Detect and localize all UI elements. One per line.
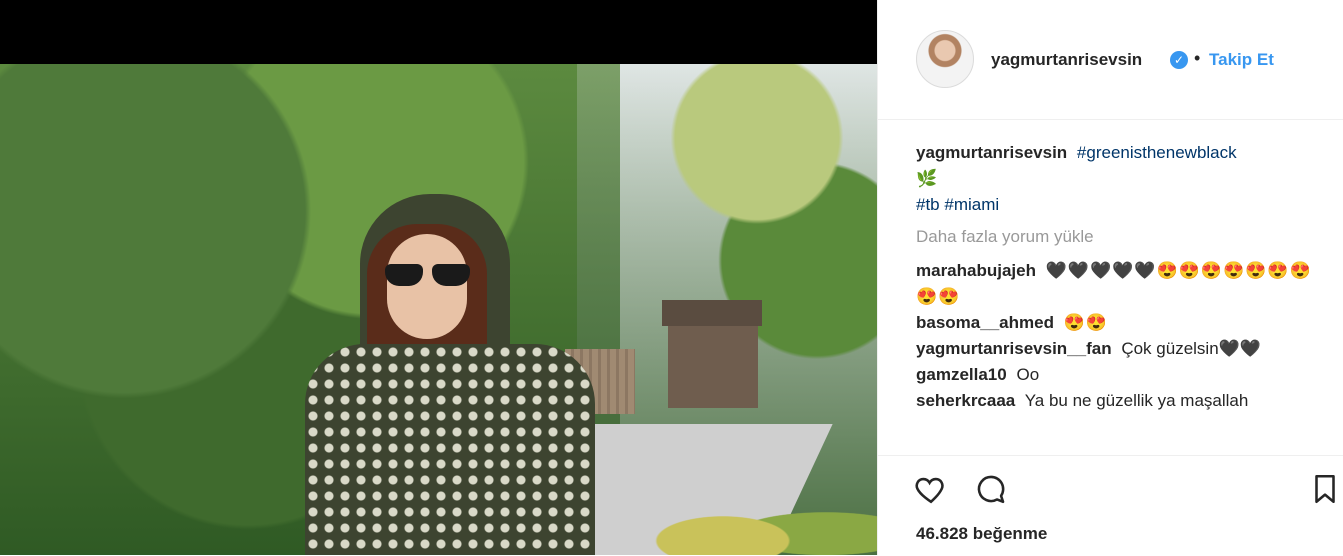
comment-text: 😍😍 (1063, 313, 1109, 332)
comment-item: gamzella10 Oo (916, 362, 1316, 388)
comment-item: yagmurtanrisevsin__fan Çok güzelsin🖤🖤 (916, 336, 1316, 362)
likes-count[interactable]: 46.828 beğenme (916, 524, 1047, 544)
load-more-comments[interactable]: Daha fazla yorum yükle (916, 224, 1316, 250)
caption-username[interactable]: yagmurtanrisevsin (916, 143, 1067, 162)
comment-text: Ya bu ne güzellik ya maşallah (1024, 391, 1249, 410)
comment-username[interactable]: seherkrcaaa (916, 391, 1015, 410)
caption: yagmurtanrisevsin #greenisthenewblack (916, 140, 1316, 166)
comment-icon[interactable] (974, 472, 1008, 506)
post-media[interactable] (0, 0, 877, 555)
hashtag-link[interactable]: #tb (916, 195, 940, 214)
comment-username[interactable]: marahabujajeh (916, 261, 1036, 280)
caption-line-3: #tb #miami (916, 192, 1316, 218)
separator-dot: • (1194, 48, 1201, 68)
post-photo[interactable] (0, 64, 877, 555)
comment-username[interactable]: yagmurtanrisevsin__fan (916, 339, 1112, 358)
photo-house-roof (662, 300, 762, 326)
comment-username[interactable]: basoma__ahmed (916, 313, 1054, 332)
follow-button[interactable]: Takip Et (1209, 50, 1274, 70)
post-header: yagmurtanrisevsin ✓ • Takip Et (878, 0, 1343, 120)
avatar[interactable] (916, 30, 974, 88)
person-sunglasses (385, 264, 470, 286)
hashtag-link[interactable]: #miami (944, 195, 999, 214)
photo-plant (620, 484, 877, 555)
person-face (387, 234, 467, 339)
verified-badge-icon: ✓ (1170, 51, 1188, 69)
post-actions: 46.828 beğenme (878, 455, 1343, 556)
leaf-emoji: 🌿 (916, 169, 938, 188)
caption-line-2: 🌿 (916, 166, 1316, 192)
comment-username[interactable]: gamzella10 (916, 365, 1007, 384)
comment-item: basoma__ahmed 😍😍 (916, 310, 1316, 336)
media-top-letterbox (0, 0, 877, 64)
hashtag-link[interactable]: #greenisthenewblack (1077, 143, 1237, 162)
header-username[interactable]: yagmurtanrisevsin (991, 50, 1142, 70)
comment-item: marahabujajeh 🖤🖤🖤🖤🖤😍😍😍😍😍😍😍😍😍 (916, 258, 1316, 310)
post-side-panel: yagmurtanrisevsin ✓ • Takip Et yagmurtan… (877, 0, 1343, 555)
comment-text: Oo (1016, 365, 1040, 384)
photo-house (662, 300, 762, 408)
person-sweater (305, 344, 595, 555)
comment-item: seherkrcaaa Ya bu ne güzellik ya maşalla… (916, 388, 1316, 414)
comments-list[interactable]: yagmurtanrisevsin #greenisthenewblack 🌿 … (916, 140, 1316, 453)
photo-person (305, 194, 595, 555)
heart-icon[interactable] (914, 472, 948, 506)
bookmark-icon[interactable] (1308, 472, 1342, 506)
comment-text: Çok güzelsin🖤🖤 (1121, 339, 1261, 358)
